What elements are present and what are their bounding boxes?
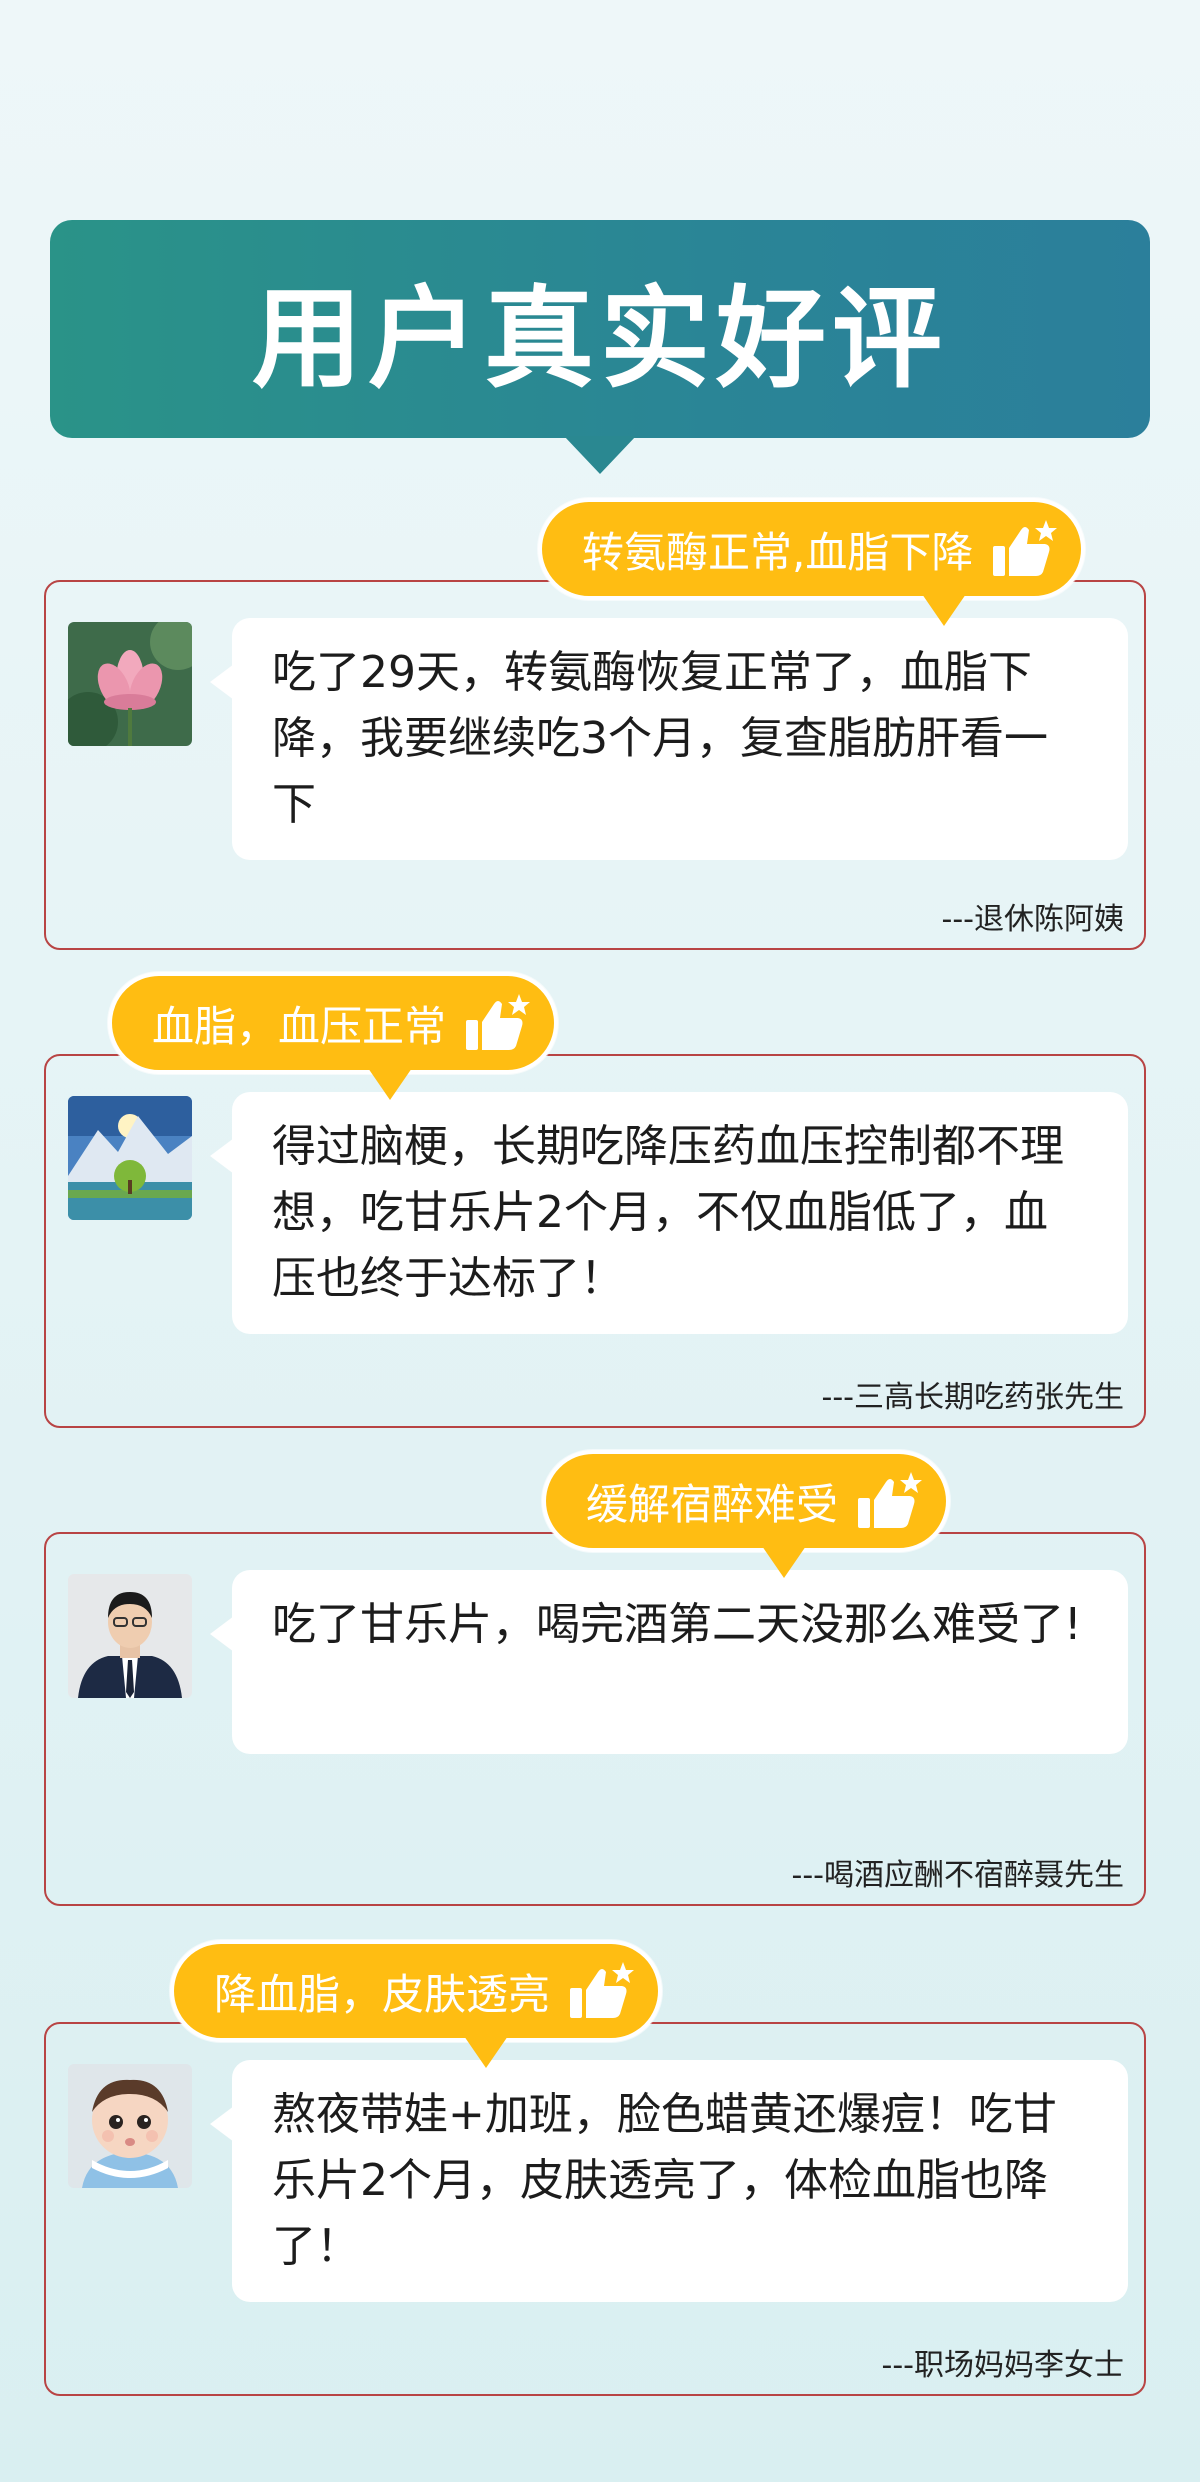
baby-avatar [68, 2064, 192, 2188]
review-text: 熬夜带娃+加班，脸色蜡黄还爆痘！吃甘乐片2个月，皮肤透亮了，体检血脂也降了！ [272, 2089, 1057, 2272]
header-pointer [564, 436, 636, 474]
mountain-avatar [68, 1096, 192, 1220]
thumbs-up-star-icon [856, 1470, 923, 1532]
review-tag-3: 缓解宿醉难受 [542, 1450, 951, 1578]
review-tag-1: 转氨酶正常,血脂下降 [538, 498, 1086, 626]
tag-label: 缓解宿醉难受 [586, 1479, 839, 1529]
tag-label: 转氨酶正常,血脂下降 [582, 527, 974, 577]
tag-pointer [922, 594, 966, 626]
lotus-avatar [68, 622, 192, 746]
tag-pointer [368, 1068, 412, 1100]
review-author: ---职场妈妈李女士 [881, 2348, 1124, 2383]
review-text: 吃了29天，转氨酶恢复正常了，血脂下降，我要继续吃3个月，复查脂肪肝看一下 [272, 647, 1048, 830]
review-text: 得过脑梗，长期吃降压药血压控制都不理想，吃甘乐片2个月，不仅血脂低了，血压也终于… [272, 1121, 1064, 1304]
tag-pointer [762, 1546, 806, 1578]
review-card-2: 得过脑梗，长期吃降压药血压控制都不理想，吃甘乐片2个月，不仅血脂低了，血压也终于… [44, 1054, 1146, 1428]
tag-label: 降血脂，皮肤透亮 [214, 1969, 551, 2019]
review-text: 吃了甘乐片，喝完酒第二天没那么难受了! [272, 1599, 1082, 1650]
review-author: ---退休陈阿姨 [941, 902, 1124, 937]
thumbs-up-star-icon [464, 992, 531, 1054]
review-card-1: 吃了29天，转氨酶恢复正常了，血脂下降，我要继续吃3个月，复查脂肪肝看一下 --… [44, 580, 1146, 950]
review-card-4: 熬夜带娃+加班，脸色蜡黄还爆痘！吃甘乐片2个月，皮肤透亮了，体检血脂也降了！ -… [44, 2022, 1146, 2396]
review-author: ---喝酒应酬不宿醉聂先生 [791, 1858, 1124, 1893]
page-title: 用户真实好评 [252, 275, 948, 403]
review-text-bubble: 熬夜带娃+加班，脸色蜡黄还爆痘！吃甘乐片2个月，皮肤透亮了，体检血脂也降了！ [210, 2060, 1128, 2302]
tag-pointer [464, 2036, 508, 2068]
review-text-bubble: 吃了29天，转氨酶恢复正常了，血脂下降，我要继续吃3个月，复查脂肪肝看一下 [210, 618, 1128, 860]
review-text-bubble: 得过脑梗，长期吃降压药血压控制都不理想，吃甘乐片2个月，不仅血脂低了，血压也终于… [210, 1092, 1128, 1334]
header-banner: 用户真实好评 [50, 220, 1150, 474]
thumbs-up-star-icon [568, 1960, 635, 2022]
review-text-bubble: 吃了甘乐片，喝完酒第二天没那么难受了! [210, 1570, 1128, 1754]
review-card-3: 吃了甘乐片，喝完酒第二天没那么难受了! ---喝酒应酬不宿醉聂先生 [44, 1532, 1146, 1906]
review-tag-2: 血脂，血压正常 [108, 972, 559, 1100]
review-author: ---三高长期吃药张先生 [821, 1380, 1124, 1415]
review-tag-4: 降血脂，皮肤透亮 [170, 1940, 663, 2068]
tag-label: 血脂，血压正常 [152, 1001, 447, 1051]
thumbs-up-star-icon [991, 518, 1058, 580]
man-in-suit-avatar [68, 1574, 192, 1698]
